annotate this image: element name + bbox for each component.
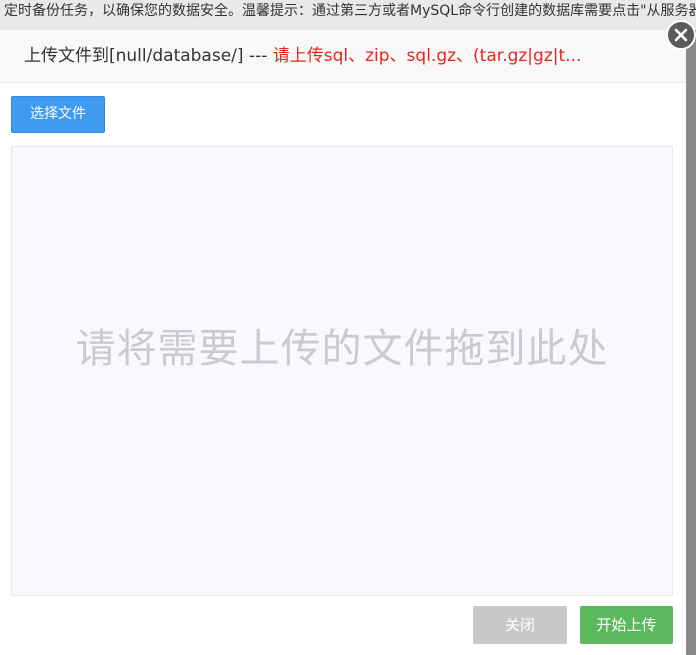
dialog-header: 上传文件到[null/database/] --- 请上传sql、zip、sql… (0, 30, 686, 83)
drop-zone-text: 请将需要上传的文件拖到此处 (75, 326, 609, 372)
background-overlay (686, 30, 696, 655)
select-file-button[interactable]: 选择文件 (11, 96, 105, 133)
close-button[interactable]: 关闭 (473, 606, 567, 644)
background-notice: 定时备份任务，以确保您的数据安全。温馨提示：通过第三方或者MySQL命令行创建的… (0, 0, 696, 30)
dialog-close-button[interactable] (666, 20, 696, 50)
dialog-title: 上传文件到[null/database/] --- (24, 46, 273, 66)
start-upload-button[interactable]: 开始上传 (580, 606, 673, 644)
close-icon (674, 28, 688, 42)
dialog-title-hint: 请上传sql、zip、sql.gz、(tar.gz|gz|t... (272, 46, 582, 66)
upload-dialog: 上传文件到[null/database/] --- 请上传sql、zip、sql… (0, 30, 686, 655)
file-drop-zone[interactable]: 请将需要上传的文件拖到此处 (11, 146, 673, 596)
